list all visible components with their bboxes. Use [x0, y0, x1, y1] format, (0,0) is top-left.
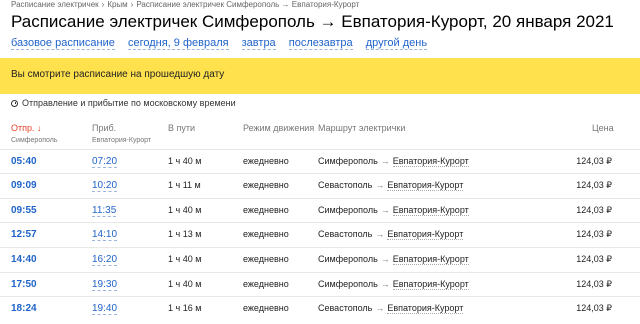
- price: 124,03 ₽: [576, 205, 612, 215]
- column-header-duration[interactable]: В пути: [168, 123, 195, 133]
- table-row[interactable]: 17:50 19:30 1 ч 40 м ежедневно Симферопо…: [0, 272, 640, 297]
- departure-time[interactable]: 05:40: [11, 156, 37, 167]
- date-link-tomorrow[interactable]: завтра: [241, 37, 276, 50]
- column-header-price[interactable]: Цена: [592, 123, 614, 133]
- travel-mode: ежедневно: [243, 180, 289, 190]
- column-subheader-departure: Симферополь: [11, 137, 58, 144]
- date-link-base[interactable]: базовое расписание: [11, 37, 115, 50]
- departure-time[interactable]: 12:57: [11, 229, 37, 240]
- arrow-right-icon: →: [380, 254, 390, 264]
- route-from: Симферополь: [318, 205, 378, 215]
- arrow-right-icon: →: [375, 229, 385, 239]
- route-to: Евпатория-Курорт: [392, 156, 469, 167]
- arrival-time[interactable]: 11:35: [92, 205, 117, 217]
- price: 124,03 ₽: [576, 279, 612, 289]
- page-title: Расписание электричек Симферополь → Евпа…: [11, 12, 614, 31]
- duration: 1 ч 40 м: [168, 254, 202, 264]
- departure-time[interactable]: 14:40: [11, 254, 37, 265]
- arrival-time[interactable]: 14:10: [92, 229, 118, 241]
- breadcrumb-link-crimea[interactable]: Крым: [107, 0, 127, 9]
- travel-mode: ежедневно: [243, 279, 289, 289]
- table-row[interactable]: 05:40 07:20 1 ч 40 м ежедневно Симферопо…: [0, 149, 640, 174]
- arrow-right-icon: →: [380, 205, 390, 215]
- banner-text: Вы смотрите расписание на прошедшую дату: [11, 69, 225, 80]
- departure-time[interactable]: 09:09: [11, 180, 37, 191]
- route-from: Севастополь: [318, 229, 373, 239]
- route[interactable]: Симферополь → Евпатория-Курорт: [318, 205, 469, 216]
- travel-mode: ежедневно: [243, 254, 289, 264]
- price: 124,03 ₽: [576, 156, 612, 166]
- route-to: Евпатория-Курорт: [387, 229, 464, 240]
- route-to: Евпатория-Курорт: [387, 303, 464, 314]
- date-link-today[interactable]: сегодня, 9 февраля: [127, 37, 229, 50]
- column-header-route: Маршрут электрички: [318, 123, 406, 133]
- arrow-right-icon: →: [375, 303, 385, 313]
- price: 124,03 ₽: [576, 254, 612, 264]
- column-header-arrival[interactable]: Приб.: [92, 123, 116, 133]
- breadcrumb-link-schedules[interactable]: Расписание электричек: [11, 0, 99, 9]
- breadcrumb-separator: ›: [130, 0, 134, 9]
- route[interactable]: Симферополь → Евпатория-Курорт: [318, 156, 469, 167]
- duration: 1 ч 16 м: [168, 303, 202, 313]
- departure-time[interactable]: 17:50: [11, 279, 37, 290]
- column-header-mode: Режим движения: [243, 123, 315, 133]
- table-row[interactable]: 09:55 11:35 1 ч 40 м ежедневно Симферопо…: [0, 198, 640, 223]
- duration: 1 ч 40 м: [168, 156, 202, 166]
- route-to: Евпатория-Курорт: [387, 180, 464, 191]
- travel-mode: ежедневно: [243, 229, 289, 239]
- time-note-text: Отправление и прибытие по московскому вр…: [22, 98, 236, 108]
- duration: 1 ч 40 м: [168, 205, 202, 215]
- table-row[interactable]: 09:09 10:20 1 ч 11 м ежедневно Севастопо…: [0, 173, 640, 198]
- column-subheader-arrival: Евпатория-Курорт: [92, 137, 152, 144]
- arrival-time[interactable]: 16:20: [92, 254, 118, 266]
- route[interactable]: Симферополь → Евпатория-Курорт: [318, 279, 469, 290]
- arrow-right-icon: →: [380, 156, 390, 166]
- travel-mode: ежедневно: [243, 156, 289, 166]
- route-to: Евпатория-Курорт: [392, 279, 469, 290]
- route-from: Симферополь: [318, 156, 378, 166]
- column-header-departure[interactable]: Отпр. ↓: [11, 123, 42, 133]
- arrival-time[interactable]: 19:40: [92, 303, 118, 315]
- price: 124,03 ₽: [576, 229, 612, 239]
- arrival-time[interactable]: 07:20: [92, 156, 118, 168]
- route-from: Севастополь: [318, 180, 373, 190]
- time-note: Отправление и прибытие по московскому вр…: [11, 98, 236, 108]
- departure-time[interactable]: 18:24: [11, 303, 37, 314]
- duration: 1 ч 11 м: [168, 180, 201, 190]
- table-row[interactable]: 12:57 14:10 1 ч 13 м ежедневно Севастопо…: [0, 222, 640, 247]
- route-to: Евпатория-Курорт: [392, 205, 469, 216]
- duration: 1 ч 40 м: [168, 279, 202, 289]
- price: 124,03 ₽: [576, 303, 612, 313]
- route-from: Симферополь: [318, 254, 378, 264]
- date-link-day-after[interactable]: послезавтра: [288, 37, 353, 50]
- route-from: Симферополь: [318, 279, 378, 289]
- arrival-time[interactable]: 10:20: [92, 180, 118, 192]
- route[interactable]: Севастополь → Евпатория-Курорт: [318, 229, 464, 240]
- arrow-right-icon: →: [380, 279, 390, 289]
- arrival-time[interactable]: 19:30: [92, 279, 118, 291]
- route[interactable]: Симферополь → Евпатория-Курорт: [318, 254, 469, 265]
- breadcrumb-separator: ›: [101, 0, 105, 9]
- departure-time[interactable]: 09:55: [11, 205, 37, 216]
- travel-mode: ежедневно: [243, 303, 289, 313]
- price: 124,03 ₽: [576, 180, 612, 190]
- route-to: Евпатория-Курорт: [392, 254, 469, 265]
- route[interactable]: Севастополь → Евпатория-Курорт: [318, 303, 464, 314]
- breadcrumb-current: Расписание электричек Симферополь → Евпа…: [136, 0, 360, 9]
- table-row[interactable]: 18:24 19:40 1 ч 16 м ежедневно Севастопо…: [0, 296, 640, 321]
- travel-mode: ежедневно: [243, 205, 289, 215]
- route[interactable]: Севастополь → Евпатория-Курорт: [318, 180, 464, 191]
- route-from: Севастополь: [318, 303, 373, 313]
- date-links: базовое расписание сегодня, 9 февраля за…: [11, 37, 437, 50]
- breadcrumb: Расписание электричек › Крым › Расписание эл…: [11, 0, 359, 9]
- duration: 1 ч 13 м: [168, 229, 202, 239]
- past-date-banner: Вы смотрите расписание на прошедшую дату: [0, 58, 640, 94]
- arrow-right-icon: →: [375, 180, 385, 190]
- date-link-other-day[interactable]: другой день: [365, 37, 428, 50]
- clock-icon: [11, 99, 18, 107]
- table-row[interactable]: 14:40 16:20 1 ч 40 м ежедневно Симферопо…: [0, 247, 640, 272]
